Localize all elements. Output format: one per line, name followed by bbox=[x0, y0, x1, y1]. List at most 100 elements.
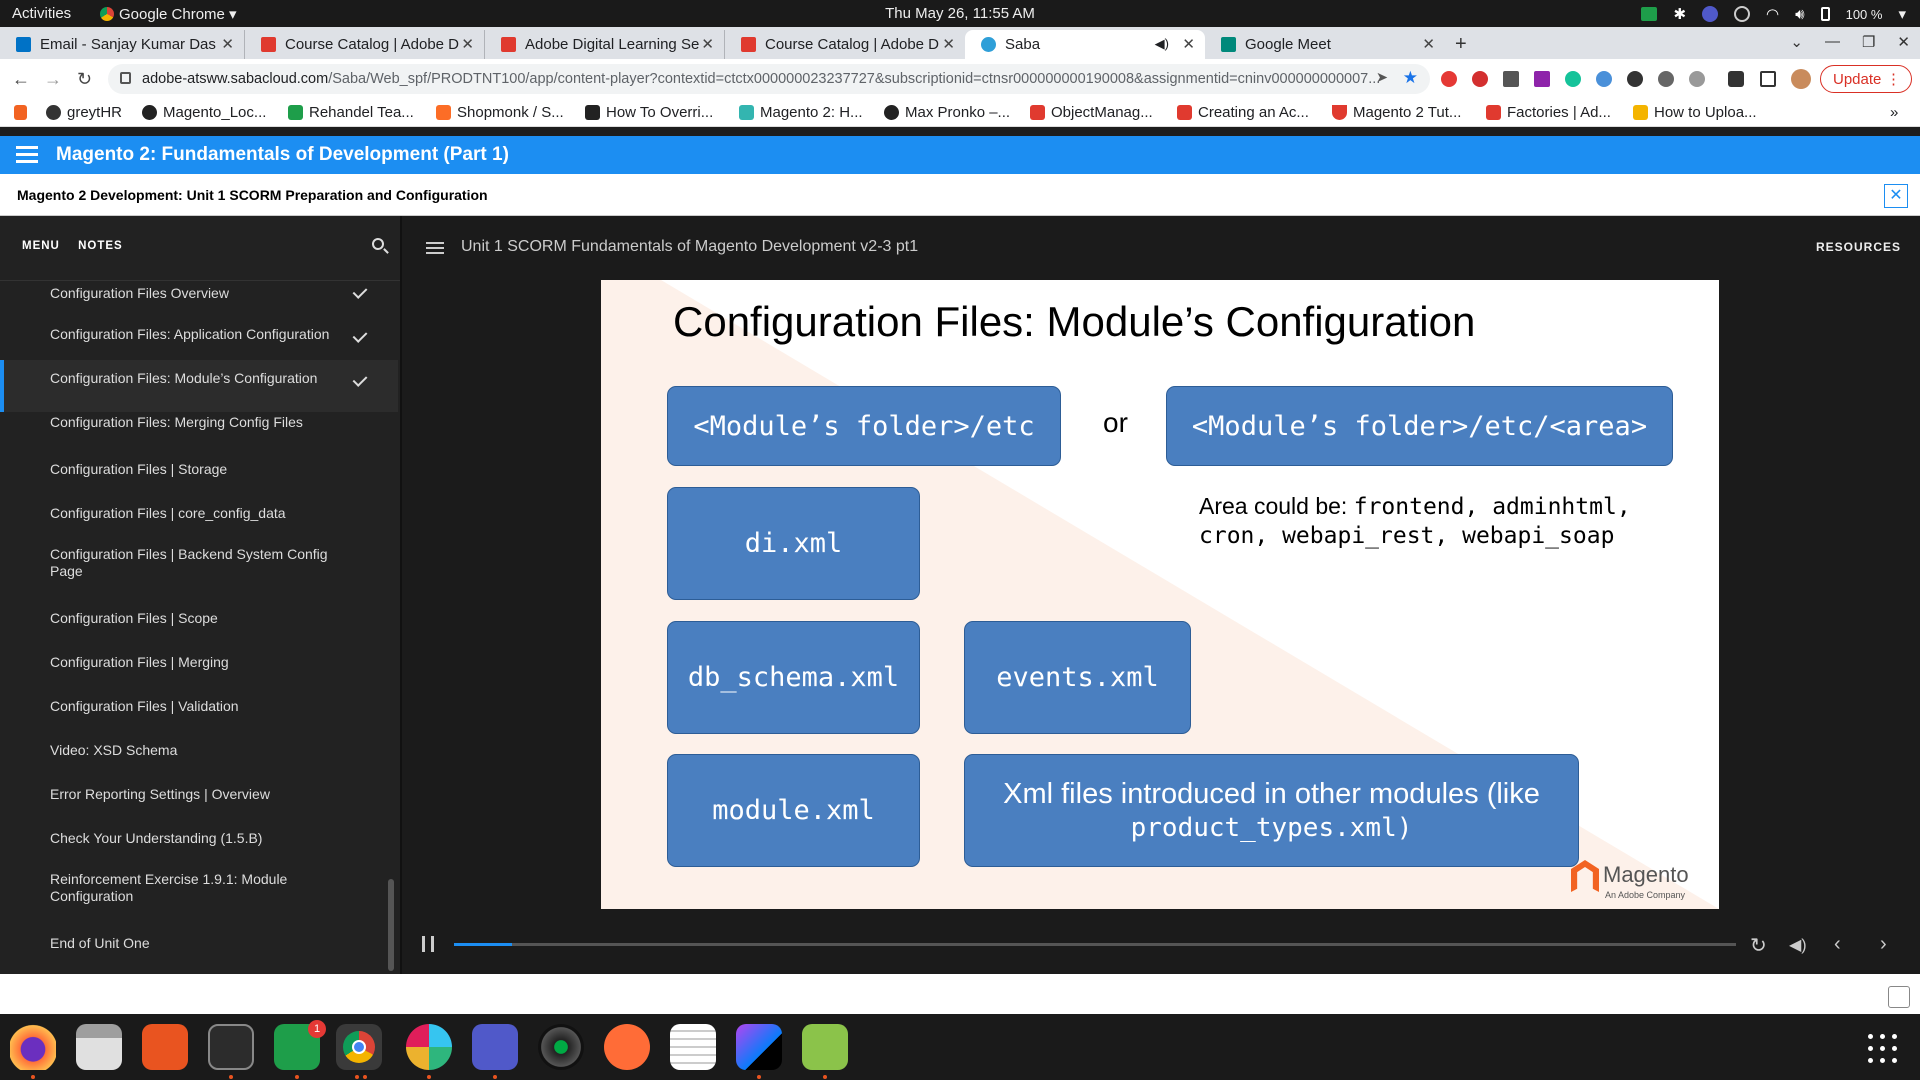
bookmark-item[interactable]: ObjectManag... bbox=[1030, 104, 1153, 121]
software-center-icon[interactable] bbox=[142, 1024, 188, 1070]
replay-icon[interactable]: ↻ bbox=[1750, 933, 1767, 958]
bookmark-item[interactable]: Max Pronko –... bbox=[884, 104, 1010, 121]
bookmark-item[interactable]: How to Uploa... bbox=[1633, 104, 1757, 121]
progress-bar[interactable] bbox=[454, 943, 1736, 946]
side-panel-icon[interactable] bbox=[1760, 71, 1776, 87]
bookmark-star-icon[interactable]: ★ bbox=[1403, 68, 1418, 88]
bookmark-item[interactable]: Magento_Loc... bbox=[142, 104, 266, 121]
fullscreen-button[interactable] bbox=[1888, 986, 1910, 1008]
extension-icon[interactable] bbox=[1658, 71, 1674, 87]
bookmark-item[interactable]: How To Overri... bbox=[585, 104, 713, 121]
globe-tray-icon[interactable] bbox=[1734, 6, 1751, 22]
clock[interactable]: Thu May 26, 11:55 AM bbox=[0, 5, 1920, 22]
terminal-icon[interactable] bbox=[208, 1024, 254, 1070]
more-bookmarks-chevron-icon[interactable]: » bbox=[1890, 104, 1898, 121]
teams-tray-icon[interactable] bbox=[1702, 6, 1719, 22]
pause-button[interactable] bbox=[422, 936, 434, 952]
bookmark-item[interactable]: Factories | Ad... bbox=[1486, 104, 1611, 121]
bookmark-item[interactable]: greytHR bbox=[46, 104, 122, 121]
resources-button[interactable]: RESOURCES bbox=[1816, 240, 1901, 254]
activities-button[interactable]: Activities bbox=[12, 5, 71, 22]
extension-icon[interactable] bbox=[1689, 71, 1705, 87]
new-tab-button[interactable]: + bbox=[1455, 33, 1467, 56]
tab-saba[interactable]: Saba ◀︎) ✕ bbox=[965, 30, 1205, 59]
slack-tray-icon[interactable]: ✱ bbox=[1673, 5, 1686, 23]
extensions-puzzle-icon[interactable] bbox=[1728, 71, 1744, 87]
tab-adobe-digital-learning[interactable]: Adobe Digital Learning Se ✕ bbox=[485, 30, 725, 59]
tab-menu[interactable]: MENU bbox=[22, 240, 60, 252]
wifi-icon[interactable]: ◠ bbox=[1766, 5, 1779, 23]
sidebar-item[interactable]: Configuration Files Overview bbox=[0, 272, 398, 316]
chrome-icon[interactable] bbox=[336, 1024, 382, 1070]
sidebar-item[interactable]: Video: XSD Schema bbox=[0, 729, 398, 773]
sidebar-item[interactable]: Configuration Files | Validation bbox=[0, 685, 398, 729]
previous-slide-button[interactable]: ‹ bbox=[1834, 933, 1841, 956]
tab-email[interactable]: Email - Sanjay Kumar Das ✕ bbox=[0, 30, 245, 59]
tab-course-catalog[interactable]: Course Catalog | Adobe D ✕ bbox=[245, 30, 485, 59]
slack-icon[interactable] bbox=[406, 1024, 452, 1070]
app-menu[interactable]: Google Chrome ▾ bbox=[100, 5, 237, 23]
extension-icon[interactable] bbox=[1596, 71, 1612, 87]
close-icon[interactable]: ✕ bbox=[942, 35, 955, 53]
send-icon[interactable]: ➤ bbox=[1376, 70, 1388, 86]
sidebar-item[interactable]: Configuration Files | Backend System Con… bbox=[0, 536, 398, 588]
close-icon[interactable]: ✕ bbox=[221, 35, 234, 53]
show-applications-icon[interactable] bbox=[1868, 1034, 1898, 1064]
camera-icon[interactable] bbox=[538, 1024, 584, 1070]
sidebar-item[interactable]: Configuration Files | Merging bbox=[0, 641, 398, 685]
bookmark-magento[interactable] bbox=[14, 104, 33, 121]
minimize-button[interactable]: — bbox=[1825, 33, 1840, 51]
firefox-icon[interactable] bbox=[10, 1024, 56, 1070]
extension-icon[interactable] bbox=[1627, 71, 1643, 87]
tab-google-meet[interactable]: Google Meet ✕ bbox=[1205, 30, 1445, 59]
adblock-icon[interactable] bbox=[1472, 71, 1488, 87]
sidebar-item[interactable]: Reinforcement Exercise 1.9.1: Module Con… bbox=[0, 861, 398, 913]
bookmark-item[interactable]: Shopmonk / S... bbox=[436, 104, 564, 121]
audio-playing-icon[interactable]: ◀︎) bbox=[1155, 36, 1169, 52]
back-button[interactable]: ← bbox=[12, 69, 30, 90]
extension-icon[interactable] bbox=[1503, 71, 1519, 87]
hamburger-menu-icon[interactable] bbox=[16, 146, 38, 167]
sidebar-scrollbar[interactable] bbox=[388, 879, 394, 971]
close-window-button[interactable]: ✕ bbox=[1897, 33, 1910, 51]
bookmark-item[interactable]: Creating an Ac... bbox=[1177, 104, 1309, 121]
tab-notes[interactable]: NOTES bbox=[78, 240, 123, 252]
tab-search-icon[interactable]: ⌄ bbox=[1790, 33, 1803, 51]
reload-button[interactable]: ↻ bbox=[77, 69, 92, 90]
address-bar[interactable]: adobe-atsww.sabacloud.com/Saba/Web_spf/P… bbox=[108, 64, 1430, 94]
postman-icon[interactable] bbox=[604, 1024, 650, 1070]
sidebar-item[interactable]: Check Your Understanding (1.5.B) bbox=[0, 817, 398, 861]
extension-icon[interactable] bbox=[1534, 71, 1550, 87]
system-tray[interactable]: ✱ ◠ 🔊︎ 100 % ▾ bbox=[1641, 5, 1906, 23]
close-player-button[interactable]: ✕ bbox=[1884, 184, 1908, 208]
battery-icon[interactable] bbox=[1820, 7, 1830, 21]
tab-course-catalog-2[interactable]: Course Catalog | Adobe D ✕ bbox=[725, 30, 965, 59]
next-slide-button[interactable]: › bbox=[1880, 933, 1887, 956]
search-icon[interactable] bbox=[372, 238, 384, 250]
close-icon[interactable]: ✕ bbox=[701, 35, 714, 53]
bookmark-item[interactable]: Magento 2: H... bbox=[739, 104, 863, 121]
more-menu-icon[interactable]: ⋮ bbox=[1886, 70, 1901, 88]
bookmark-item[interactable]: Rehandel Tea... bbox=[288, 104, 414, 121]
toc-toggle-icon[interactable] bbox=[426, 242, 444, 257]
volume-icon[interactable]: 🔊︎ bbox=[1795, 6, 1804, 23]
phpstorm-icon[interactable] bbox=[736, 1024, 782, 1070]
volume-icon[interactable]: ◀︎) bbox=[1789, 935, 1807, 955]
bookmark-item[interactable]: Magento 2 Tut... bbox=[1332, 104, 1461, 121]
sidebar-item[interactable]: Error Reporting Settings | Overview bbox=[0, 773, 398, 817]
maximize-button[interactable]: ❐ bbox=[1862, 33, 1875, 51]
chat-tray-icon[interactable] bbox=[1641, 7, 1658, 21]
sidebar-item[interactable]: End of Unit One bbox=[0, 922, 398, 966]
update-button[interactable]: Update ⋮ bbox=[1820, 65, 1912, 93]
close-icon[interactable]: ✕ bbox=[1422, 35, 1435, 53]
files-icon[interactable] bbox=[76, 1024, 122, 1070]
profile-avatar[interactable] bbox=[1791, 69, 1811, 89]
screenshot-tool-icon[interactable] bbox=[802, 1024, 848, 1070]
text-editor-icon[interactable] bbox=[670, 1024, 716, 1070]
sidebar-item[interactable]: Configuration Files | Scope bbox=[0, 597, 398, 641]
lock-icon[interactable] bbox=[120, 72, 131, 84]
teams-icon[interactable] bbox=[472, 1024, 518, 1070]
sidebar-item[interactable]: Configuration Files | Storage bbox=[0, 448, 398, 492]
power-menu-icon[interactable]: ▾ bbox=[1898, 5, 1906, 23]
grammarly-icon[interactable] bbox=[1565, 71, 1581, 87]
